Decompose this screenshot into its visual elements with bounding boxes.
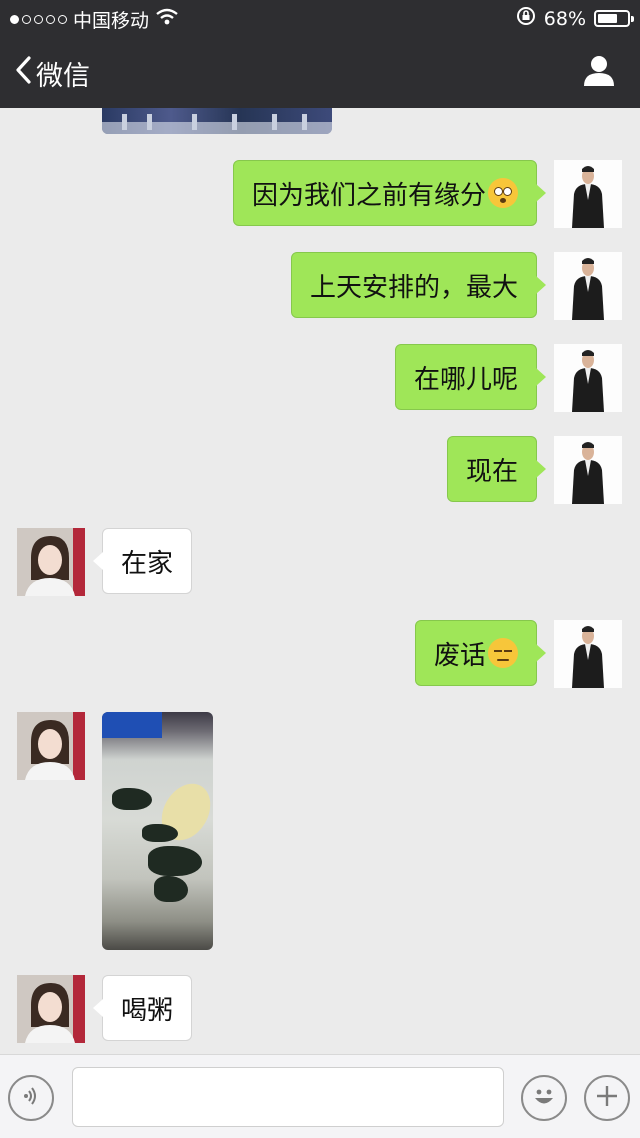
message-list[interactable]: 因为我们之前有缘分 上天安排的，最大 在哪儿呢 现在 在家 废话 喝粥 (0, 108, 640, 1054)
person-icon (582, 56, 616, 92)
message-input[interactable] (72, 1067, 504, 1127)
input-bar (0, 1054, 640, 1138)
emoji-icon (529, 1081, 559, 1115)
message-text: 在哪儿呢 (413, 364, 518, 395)
carrier-name: 中国移动 (73, 10, 150, 32)
chevron-left-icon (14, 55, 32, 92)
avatar[interactable] (17, 528, 85, 596)
message-text: 现在 (465, 456, 518, 487)
message-text: 喝粥 (121, 995, 174, 1026)
avatar[interactable] (554, 620, 622, 688)
message-bubble-sent[interactable]: 上天安排的，最大 (290, 252, 547, 318)
message-bubble-sent[interactable]: 现在 (446, 436, 547, 502)
avatar[interactable] (17, 975, 85, 1043)
chat-header: 微信 (0, 36, 640, 108)
avatar[interactable] (554, 160, 622, 228)
voice-button[interactable] (8, 1075, 54, 1121)
emoji-button[interactable] (521, 1075, 567, 1121)
avatar[interactable] (554, 252, 622, 320)
back-label: 微信 (36, 61, 90, 92)
status-bar: 中国移动 68% (0, 0, 640, 36)
avatar[interactable] (554, 344, 622, 412)
message-text: 上天安排的，最大 (309, 272, 518, 303)
message-bubble-sent[interactable]: 在哪儿呢 (394, 344, 547, 410)
unamused-face-icon (488, 638, 518, 668)
message-bubble-sent[interactable]: 废话 (414, 620, 547, 686)
battery-percentage: 68% (543, 7, 586, 30)
message-text: 废话 (433, 640, 486, 671)
contact-info-button[interactable] (582, 54, 616, 92)
message-text: 因为我们之前有缘分 (251, 180, 486, 211)
plus-icon (594, 1083, 620, 1113)
message-bubble-sent[interactable]: 因为我们之前有缘分 (232, 160, 547, 226)
porridge-photo-message[interactable] (102, 712, 213, 950)
battery-icon (594, 10, 634, 27)
message-bubble-received[interactable]: 喝粥 (92, 975, 193, 1041)
avatar[interactable] (17, 712, 85, 780)
avatar[interactable] (554, 436, 622, 504)
flushed-face-icon (488, 178, 518, 208)
signal-strength-icon (10, 15, 67, 24)
wifi-icon (155, 8, 179, 31)
back-button[interactable]: 微信 (14, 54, 90, 93)
more-button[interactable] (584, 1075, 630, 1121)
message-bubble-received[interactable]: 在家 (92, 528, 193, 594)
image-message-partial[interactable] (102, 108, 332, 134)
voice-icon (18, 1083, 44, 1113)
rotation-lock-icon (516, 6, 536, 31)
message-text: 在家 (121, 548, 174, 579)
